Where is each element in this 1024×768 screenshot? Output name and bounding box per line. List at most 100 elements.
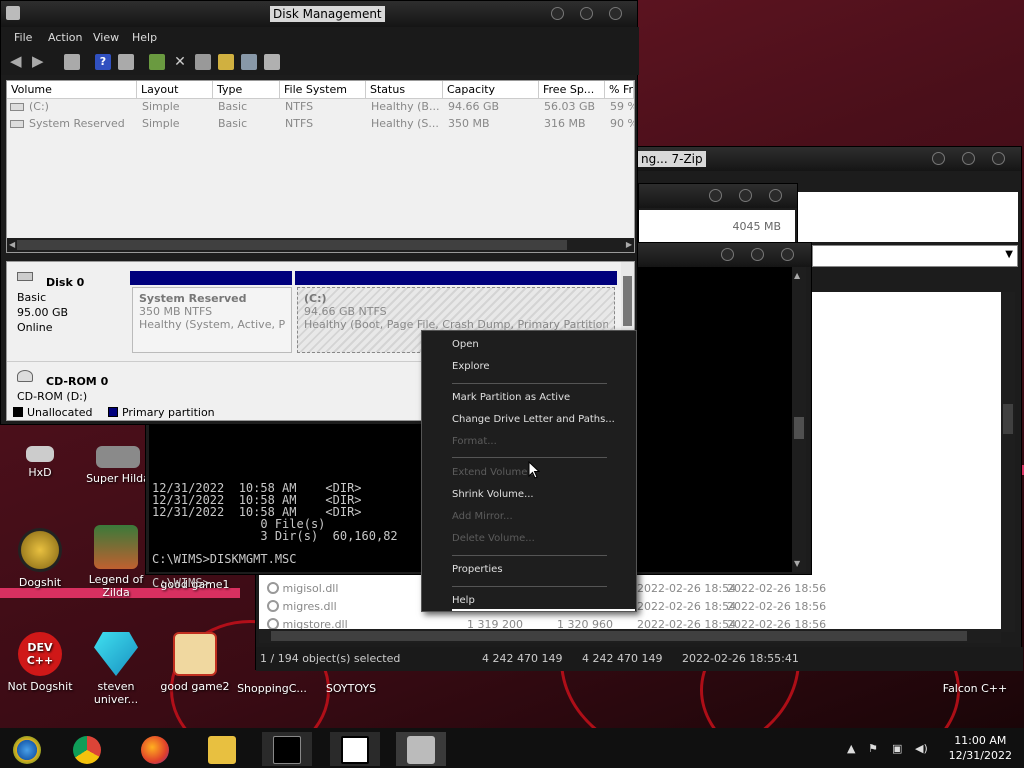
settings-icon[interactable]	[264, 54, 280, 70]
forward-arrow-icon[interactable]: ▶	[32, 52, 44, 70]
desktop-icon-dogshit[interactable]: Dogshit	[0, 528, 80, 589]
maximize-button[interactable]	[751, 248, 764, 261]
search-icon[interactable]	[241, 54, 257, 70]
show-hidden-icons-icon[interactable]: ▲	[847, 742, 855, 755]
column-capacity[interactable]: Capacity	[443, 81, 539, 99]
scroll-thumb[interactable]	[17, 240, 567, 250]
menu-help[interactable]: Help	[132, 31, 157, 44]
taskbar-7zip[interactable]	[330, 732, 380, 766]
minimize-button[interactable]	[721, 248, 734, 261]
menu-item-change-drive-letter[interactable]: Change Drive Letter and Paths...	[452, 414, 615, 425]
sevenzip-hscrollbar[interactable]	[259, 629, 1001, 643]
scroll-thumb[interactable]	[794, 417, 804, 439]
close-button[interactable]	[769, 189, 782, 202]
clock[interactable]: 11:00 AM 12/31/2022	[949, 733, 1012, 763]
open-folder-icon[interactable]	[218, 54, 234, 70]
column-free-space[interactable]: Free Sp...	[539, 81, 605, 99]
desktop-icon-hxd[interactable]: HxD	[0, 446, 80, 479]
scroll-down-icon[interactable]: ▼	[794, 559, 800, 568]
file-modified: 2022-02-26 18:54	[637, 582, 737, 595]
scroll-right-icon[interactable]: ▶	[626, 240, 632, 249]
menu-view[interactable]: View	[93, 31, 119, 44]
desktop-icon-shoppingc[interactable]: ShoppingC...	[232, 682, 312, 695]
menu-item-open[interactable]: Open	[452, 339, 479, 350]
menu-item-help[interactable]: Help	[452, 595, 475, 606]
list-item[interactable]: migisol.dll 2022-02-26 18:54 2022-02-26 …	[267, 582, 826, 595]
list-view-icon[interactable]	[118, 54, 134, 70]
minimize-button[interactable]	[932, 152, 945, 165]
delete-icon[interactable]: ✕	[172, 54, 188, 70]
refresh-icon[interactable]	[149, 54, 165, 70]
menu-item-mark-active[interactable]: Mark Partition as Active	[452, 392, 570, 403]
cmd-prompt: C:\WIMS>	[152, 576, 210, 590]
desktop-icon-good-game2[interactable]: good game2	[155, 632, 235, 693]
taskbar-firefox[interactable]	[130, 732, 180, 766]
taskbar-start-button[interactable]	[2, 732, 52, 766]
cmd-vscrollbar[interactable]: ▲ ▼	[792, 267, 806, 572]
taskbar-disk-management[interactable]	[396, 732, 446, 766]
column-volume[interactable]: Volume	[7, 81, 137, 99]
maximize-button[interactable]	[580, 7, 593, 20]
sevenzip-vscrollbar[interactable]	[1001, 292, 1015, 632]
menu-bar: File Action View Help	[1, 27, 639, 49]
primary-swatch	[107, 407, 118, 417]
sevenzip-sub-titlebar[interactable]	[639, 184, 797, 208]
maximize-button[interactable]	[962, 152, 975, 165]
scroll-left-icon[interactable]: ◀	[9, 240, 15, 249]
status-date: 2022-02-26 18:55:41	[682, 652, 799, 665]
icon-label: ShoppingC...	[237, 682, 307, 695]
taskbar: ▲ ⚑ ▣ ◀) 11:00 AM 12/31/2022	[0, 728, 1024, 768]
desktop-icon-falcon-cpp[interactable]: Falcon C++	[935, 682, 1015, 695]
volume-list-hscrollbar[interactable]: ◀ ▶	[7, 238, 634, 252]
cell-type: Basic	[218, 117, 248, 130]
menu-item-properties[interactable]: Properties	[452, 564, 503, 575]
desktop-icon-steven-universe[interactable]: steven univer...	[76, 632, 156, 706]
maximize-button[interactable]	[739, 189, 752, 202]
partition-system-reserved[interactable]: System Reserved 350 MB NTFS Healthy (Sys…	[132, 287, 292, 353]
list-item[interactable]: migres.dll 2022-02-26 18:54 2022-02-26 1…	[267, 600, 826, 613]
sevenzip-sub-body: 4045 MB	[639, 210, 795, 242]
column-status[interactable]: Status	[366, 81, 443, 99]
menu-item-explore[interactable]: Explore	[452, 361, 490, 372]
clock-time: 11:00 AM	[954, 734, 1007, 747]
desktop-icon-not-dogshit[interactable]: DEV C++ Not Dogshit	[0, 632, 80, 693]
scroll-up-icon[interactable]: ▲	[794, 271, 800, 280]
scroll-thumb[interactable]	[1003, 404, 1013, 434]
cell-layout: Simple	[142, 100, 180, 113]
taskbar-cmd[interactable]	[262, 732, 312, 766]
taskbar-chrome[interactable]	[62, 732, 112, 766]
console-tree-icon[interactable]	[64, 54, 80, 70]
close-button[interactable]	[781, 248, 794, 261]
network-icon[interactable]: ▣	[892, 742, 902, 755]
column-file-system[interactable]: File System	[280, 81, 366, 99]
minimize-button[interactable]	[551, 7, 564, 20]
menu-file[interactable]: File	[14, 31, 32, 44]
chrome-icon	[73, 736, 101, 764]
minimize-button[interactable]	[709, 189, 722, 202]
properties-icon[interactable]	[195, 54, 211, 70]
volume-icon[interactable]: ◀)	[915, 742, 928, 755]
file-name: migres.dll	[282, 600, 337, 613]
menu-item-shrink-volume[interactable]: Shrink Volume...	[452, 489, 534, 500]
scroll-thumb[interactable]	[271, 631, 967, 641]
scroll-thumb[interactable]	[623, 276, 632, 326]
sevenzip-path-dropdown[interactable]: ▼	[812, 245, 1018, 267]
primary-partition-bar	[295, 271, 617, 285]
window-title: Disk Management	[270, 6, 385, 22]
cell-volume: System Reserved	[29, 117, 125, 130]
flag-icon[interactable]: ⚑	[868, 742, 878, 755]
taskbar-explorer[interactable]	[197, 732, 247, 766]
close-button[interactable]	[609, 7, 622, 20]
menu-action[interactable]: Action	[48, 31, 82, 44]
menu-item-extend-volume: Extend Volume...	[452, 467, 537, 478]
close-button[interactable]	[992, 152, 1005, 165]
column-layout[interactable]: Layout	[137, 81, 213, 99]
column-percent-free[interactable]: % Fre	[605, 81, 634, 99]
help-icon[interactable]: ?	[95, 54, 111, 70]
desktop-icon-legend-of-zilda[interactable]: Legend of Zilda	[76, 525, 156, 599]
back-arrow-icon[interactable]: ◀	[10, 52, 22, 70]
dm-titlebar[interactable]: Disk Management	[1, 1, 637, 27]
desktop-icon-soytoys[interactable]: SOYTOYS	[311, 682, 391, 695]
menu-item-format: Format...	[452, 436, 497, 447]
column-type[interactable]: Type	[213, 81, 280, 99]
